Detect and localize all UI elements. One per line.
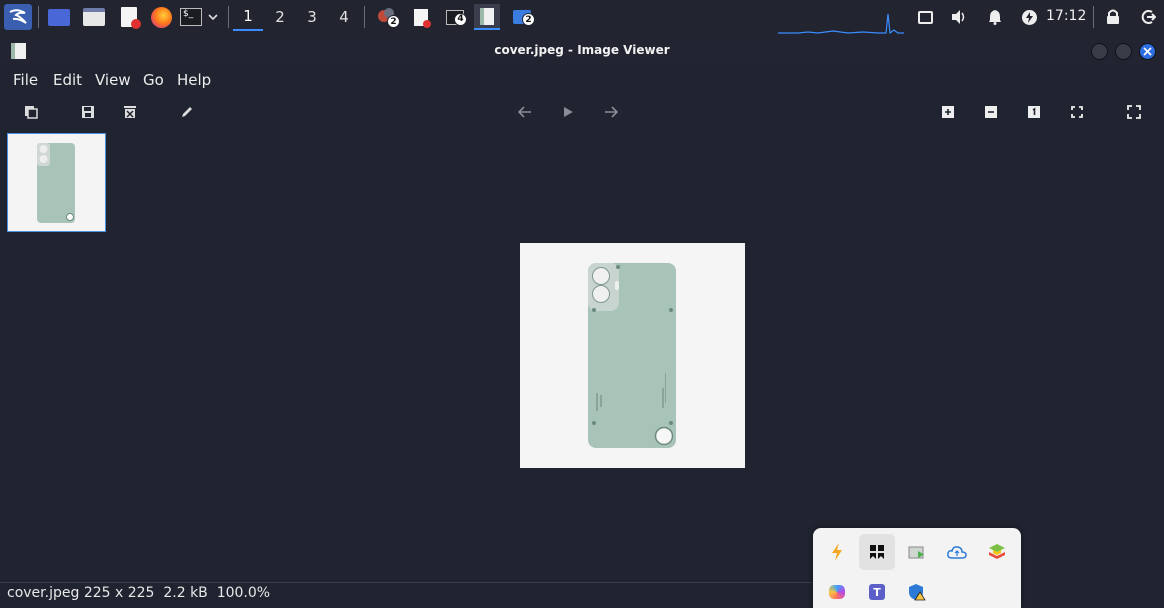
text-editor-icon[interactable]	[117, 4, 141, 30]
window-titlebar[interactable]: cover.jpeg - Image Viewer	[0, 34, 1164, 66]
stacked-app-icon[interactable]	[979, 534, 1015, 570]
task-badge: 2	[387, 15, 400, 28]
forward-button[interactable]	[600, 101, 622, 123]
task-badge: 2	[522, 13, 535, 26]
menu-go[interactable]: Go	[143, 71, 164, 89]
mixed-app-icon[interactable]: 2	[375, 4, 400, 30]
window-title: cover.jpeg - Image Viewer	[494, 43, 670, 57]
play-icon	[564, 107, 573, 117]
phone-cover-thumbnail	[37, 143, 75, 223]
network-icon[interactable]	[914, 4, 936, 30]
zoom-fit-icon	[1071, 106, 1083, 118]
terminal-icon[interactable]: $_	[179, 4, 203, 30]
workspace-4[interactable]: 4	[329, 3, 359, 31]
copy-button[interactable]	[20, 101, 42, 123]
zoom-out-button[interactable]	[980, 101, 1002, 123]
back-arrow-icon	[518, 106, 531, 118]
status-zoom: 100.0%	[216, 585, 271, 601]
desktop-icon[interactable]	[47, 4, 71, 30]
defender-warning-icon[interactable]	[899, 574, 935, 608]
edit-button[interactable]	[176, 101, 198, 123]
file-manager-icon[interactable]	[82, 4, 106, 30]
zoom-in-button[interactable]	[937, 101, 959, 123]
top-panel: $_ 1 2 3 4 2 4 2 17:12	[0, 0, 1164, 35]
lock-icon[interactable]	[1102, 4, 1124, 30]
copy-icon	[25, 106, 38, 119]
kali-menu-icon[interactable]	[4, 4, 32, 30]
workspace-3[interactable]: 3	[297, 3, 327, 31]
workspace-1[interactable]: 1	[233, 3, 263, 31]
folder-task-icon[interactable]: 2	[510, 4, 535, 30]
fullscreen-icon	[1127, 105, 1141, 119]
systray-overflow-popup: T	[813, 528, 1021, 608]
menu-view[interactable]: View	[95, 71, 131, 89]
volume-icon[interactable]	[948, 4, 970, 30]
status-size: 2.2 kB	[163, 585, 208, 601]
desktop: $_ 1 2 3 4 2 4 2 17:12 cover.jpeg - Imag…	[0, 0, 1164, 608]
zoom-fit-button[interactable]	[1066, 101, 1088, 123]
status-filename: cover.jpeg	[7, 585, 80, 601]
workspace-2[interactable]: 2	[265, 3, 295, 31]
back-button[interactable]	[514, 101, 536, 123]
forward-arrow-icon	[605, 106, 618, 118]
save-button[interactable]	[77, 101, 99, 123]
image-viewer-task-icon[interactable]	[474, 4, 500, 30]
bookmark-app-icon[interactable]	[859, 534, 895, 570]
cloud-sync-icon[interactable]	[939, 534, 975, 570]
zoom-in-icon	[942, 106, 954, 118]
dropdown-icon[interactable]	[205, 4, 221, 30]
close-button[interactable]	[1139, 43, 1156, 60]
menu-help[interactable]: Help	[177, 71, 211, 89]
delete-icon	[124, 106, 136, 118]
bolt-icon[interactable]	[819, 534, 855, 570]
phone-cover-image	[588, 263, 676, 448]
minimize-button[interactable]	[1091, 43, 1108, 60]
menu-file[interactable]: File	[13, 71, 38, 89]
thumbnail-selected[interactable]	[7, 133, 106, 232]
task-badge: 4	[454, 12, 467, 26]
zoom-100-button[interactable]	[1023, 101, 1045, 123]
copilot-icon[interactable]	[819, 574, 855, 608]
menu-edit[interactable]: Edit	[53, 71, 82, 89]
firefox-icon[interactable]	[149, 4, 173, 30]
main-image[interactable]	[520, 243, 745, 468]
save-icon	[82, 106, 94, 118]
editor-task-icon[interactable]	[409, 4, 433, 30]
bell-icon[interactable]	[984, 4, 1006, 30]
menubar: File Edit View Go Help	[0, 66, 1164, 94]
maximize-button[interactable]	[1115, 43, 1132, 60]
edit-icon	[182, 107, 192, 117]
zoom-100-icon	[1028, 106, 1040, 118]
fullscreen-button[interactable]	[1123, 101, 1145, 123]
clock[interactable]: 17:12	[1046, 8, 1086, 24]
status-dimensions: 225 x 225	[83, 585, 155, 601]
delete-button[interactable]	[119, 101, 141, 123]
close-icon	[1143, 47, 1152, 56]
cpu-graph-icon	[778, 12, 904, 35]
zoom-out-icon	[985, 106, 997, 118]
logout-icon[interactable]	[1137, 4, 1159, 30]
power-manager-icon[interactable]	[1018, 4, 1040, 30]
status-divider	[0, 582, 812, 583]
status-bar: cover.jpeg 225 x 225 2.2 kB 100.0%	[7, 585, 270, 601]
screen-share-icon[interactable]	[899, 534, 935, 570]
terminal-task-icon[interactable]: 4	[443, 4, 467, 30]
slideshow-button[interactable]	[557, 101, 579, 123]
teams-icon[interactable]: T	[859, 574, 895, 608]
